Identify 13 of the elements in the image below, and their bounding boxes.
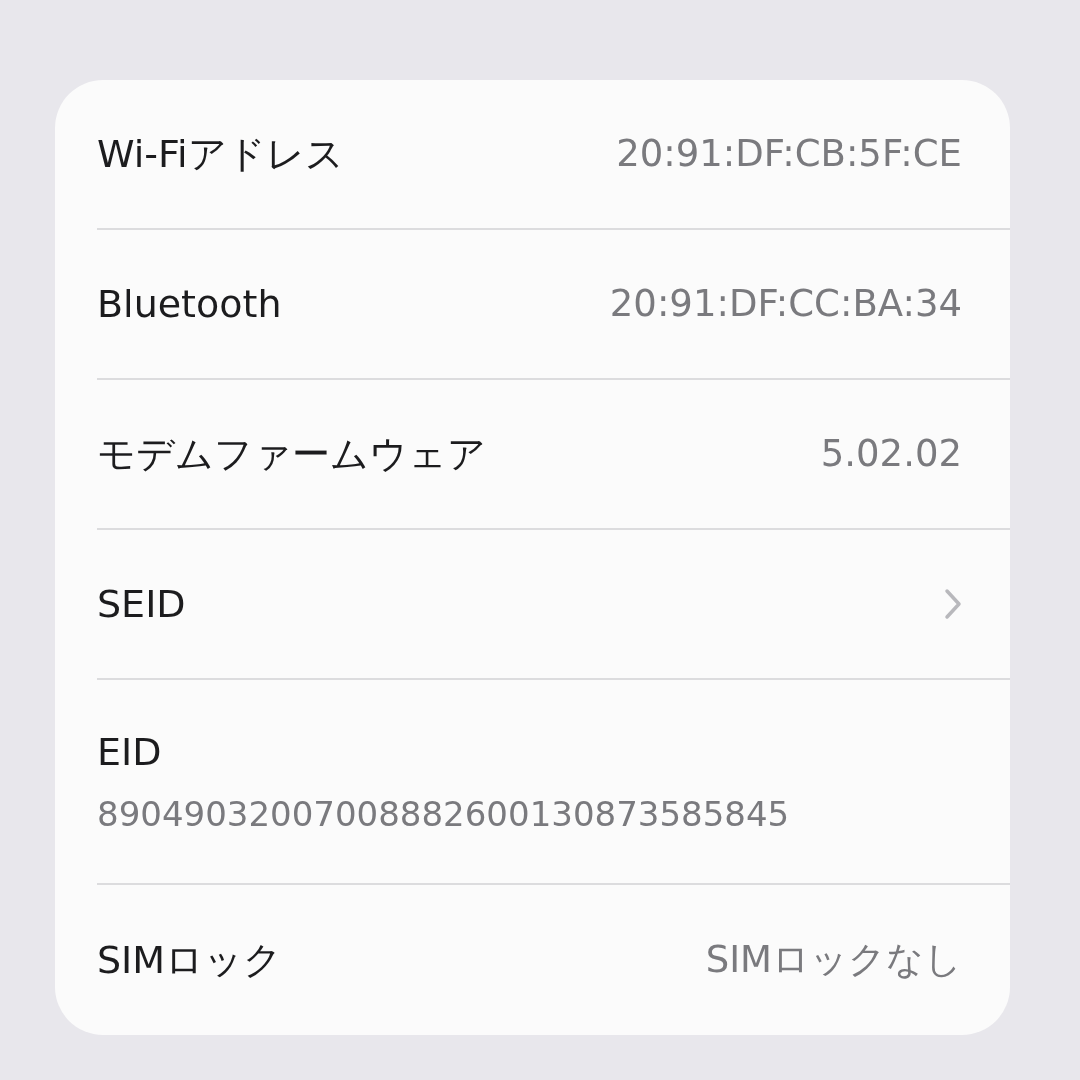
row-value: 89049032007008882600130873585845 bbox=[97, 792, 791, 836]
row-value: 5.02.02 bbox=[820, 431, 962, 478]
row-value: 20:91:DF:CC:BA:34 bbox=[609, 281, 962, 328]
row-label: SIMロック bbox=[97, 936, 283, 984]
row-value: SIMロックなし bbox=[705, 937, 962, 984]
row-label: Wi-Fiアドレス bbox=[97, 130, 344, 178]
chevron-right-icon bbox=[944, 588, 962, 620]
row-label: SEID bbox=[97, 580, 186, 628]
row-label: モデムファームウェア bbox=[97, 430, 486, 478]
row-label: Bluetooth bbox=[97, 280, 282, 328]
seid-row[interactable]: SEID bbox=[97, 530, 1010, 680]
row-value: 20:91:DF:CB:5F:CE bbox=[616, 131, 962, 178]
row-label: EID bbox=[97, 728, 163, 776]
